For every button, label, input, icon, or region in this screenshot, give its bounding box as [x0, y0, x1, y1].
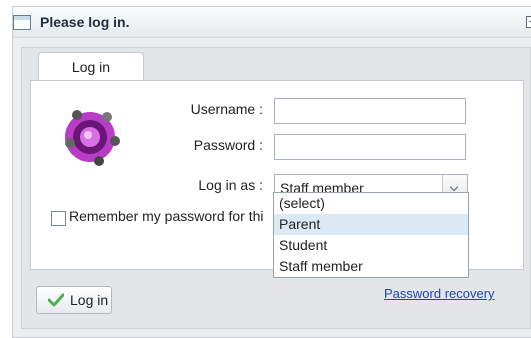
app-logo-icon — [65, 110, 120, 166]
login-as-dropdown[interactable]: (select) Parent Student Staff member — [273, 192, 469, 278]
window-icon — [13, 15, 31, 30]
password-label: Password : — [193, 137, 263, 153]
remember-label: Remember my password for thi — [69, 208, 264, 224]
option-staff-member[interactable]: Staff member — [274, 256, 468, 277]
option-parent[interactable]: Parent — [274, 214, 468, 235]
option-select[interactable]: (select) — [274, 193, 468, 214]
window-title: Please log in. — [40, 14, 130, 30]
password-recovery-link[interactable]: Password recovery — [384, 286, 495, 301]
password-input[interactable] — [274, 134, 466, 160]
remember-checkbox[interactable] — [51, 211, 66, 226]
maximize-icon[interactable] — [526, 16, 531, 28]
username-input[interactable] — [274, 98, 466, 124]
username-label: Username : — [190, 101, 263, 117]
option-student[interactable]: Student — [274, 235, 468, 256]
login-button-label: Log in — [70, 292, 109, 308]
tab-log-in[interactable]: Log in — [38, 52, 144, 81]
title-bar: Please log in. — [13, 7, 531, 38]
checkmark-icon — [48, 293, 64, 307]
login-as-label: Log in as : — [198, 177, 263, 193]
login-button[interactable]: Log in — [36, 286, 112, 314]
